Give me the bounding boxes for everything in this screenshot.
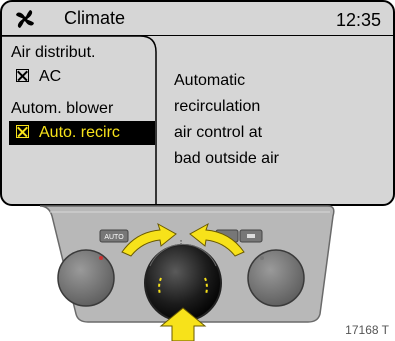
auto-button-label: AUTO — [104, 234, 124, 241]
figure-id: 17168 T — [345, 323, 389, 337]
display-header: Climate 12:35 — [2, 2, 393, 36]
menu-item-auto-blower[interactable]: Autom. blower — [11, 100, 113, 118]
menu-item-label: AC — [39, 68, 62, 85]
info-line: Automatic — [174, 72, 246, 89]
menu-item-air-distribution[interactable]: Air distribut. — [11, 44, 95, 62]
menu-item-label: Auto. recirc — [39, 124, 120, 141]
checkbox-icon — [16, 125, 29, 138]
menu-item-auto-recirc[interactable]: Auto. recirc — [16, 124, 120, 142]
temperature-knob — [57, 249, 115, 307]
climate-display: Climate 12:35 Air distribut. AC Autom. b… — [0, 0, 395, 206]
fan-speed-knob — [247, 249, 305, 307]
clock: 12:35 — [335, 10, 381, 30]
menu-item-ac[interactable]: AC — [16, 68, 61, 86]
checkbox-icon — [16, 69, 29, 82]
info-line: bad outside air — [174, 150, 279, 167]
info-line: air control at — [174, 124, 263, 141]
climate-control-panel: AUTO ⁝ — [39, 205, 335, 341]
fan-icon — [16, 10, 34, 28]
screen-title: Climate — [64, 8, 126, 28]
info-line: recirculation — [174, 98, 261, 115]
info-text: Automatic recirculation air control at b… — [174, 68, 374, 172]
